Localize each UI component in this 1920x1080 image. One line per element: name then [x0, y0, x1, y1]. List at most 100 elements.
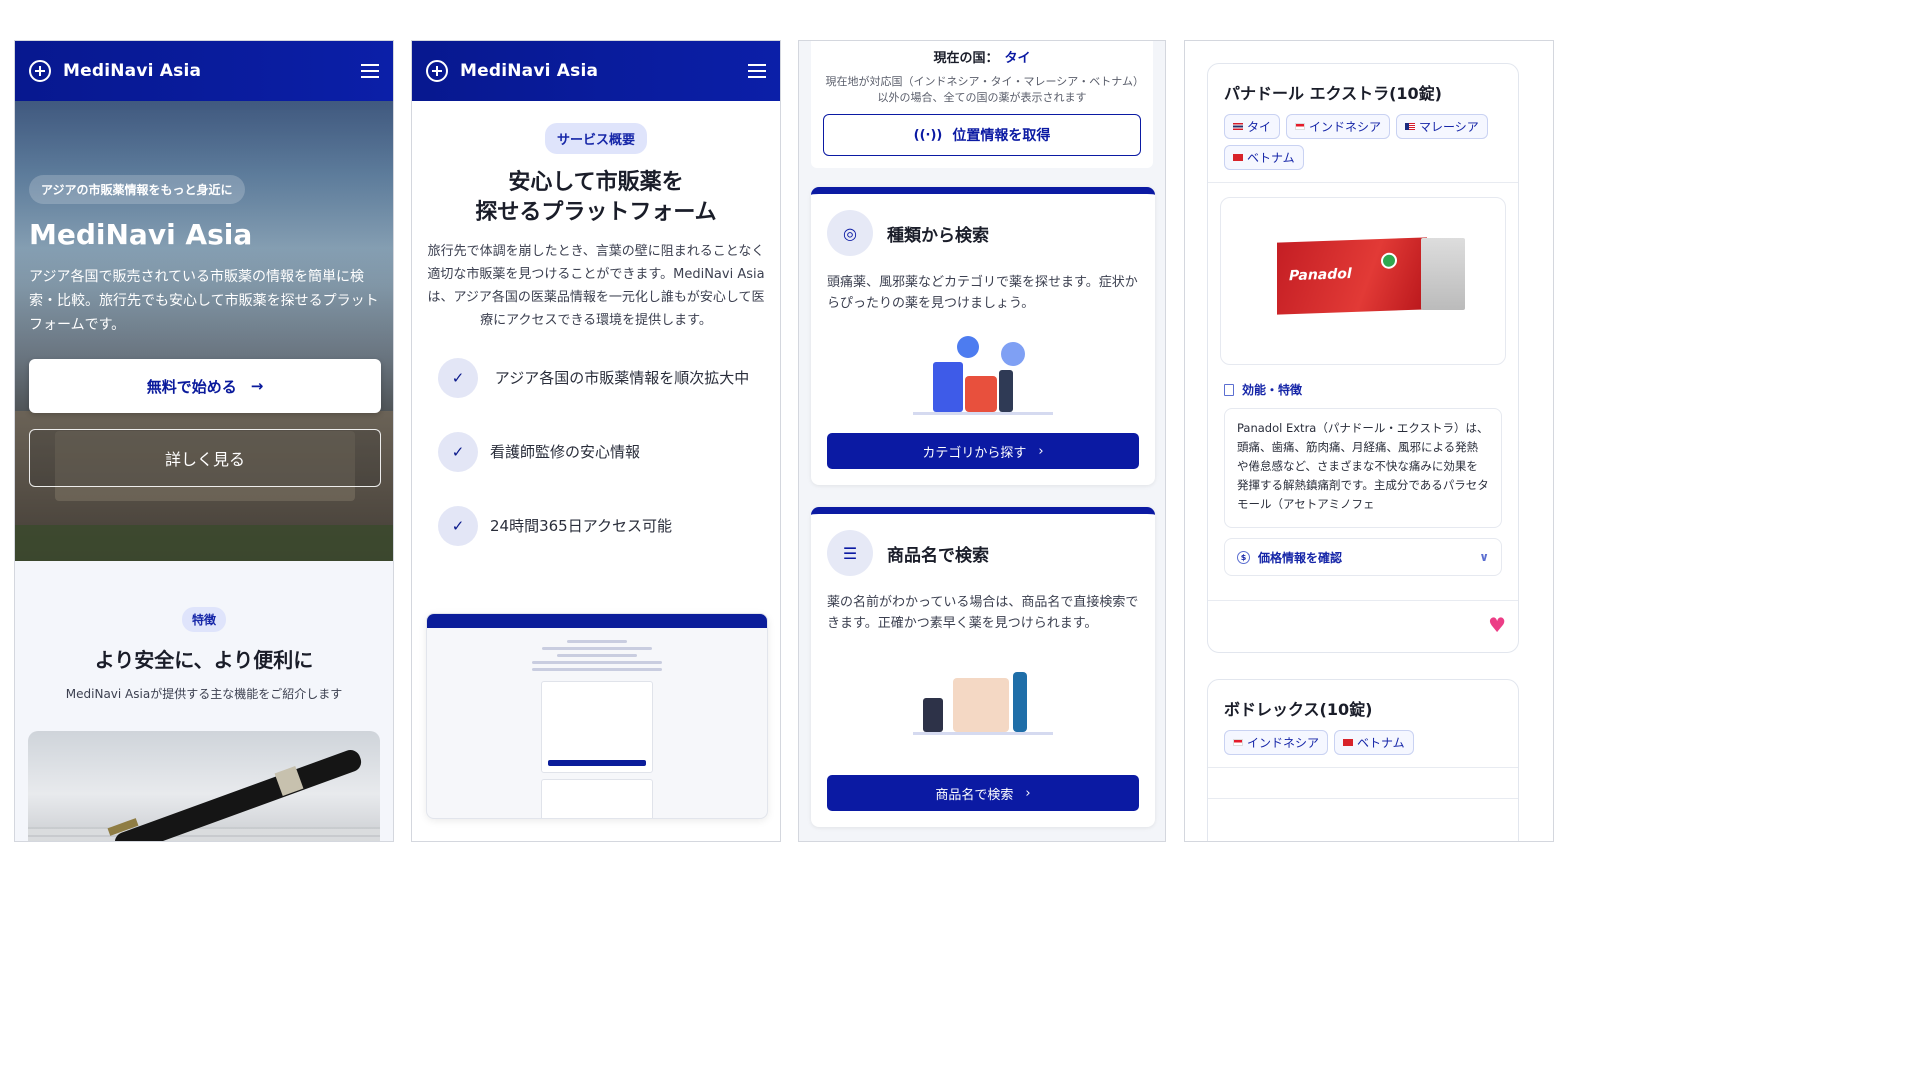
app-title: MediNavi Asia — [63, 61, 202, 81]
preview-line — [542, 647, 652, 650]
app-header: MediNavi Asia — [412, 41, 780, 101]
category-search-description: 頭痛薬、風邪薬などカテゴリで薬を探せます。症状からぴったりの薬を見つけましょう。 — [827, 275, 1138, 311]
check-item-text: 24時間365日アクセス可能 — [490, 516, 672, 535]
overview-pill: サービス概要 — [544, 123, 647, 154]
name-search-title: 商品名で検索 — [887, 545, 989, 566]
country-tag-malaysia: マレーシア — [1396, 114, 1488, 139]
browse-category-button[interactable]: カテゴリから探す › — [827, 433, 1139, 469]
hero-description: アジア各国で販売されている市販薬の情報を簡単に検索・比較。旅行先でも安心して市販… — [29, 269, 379, 333]
chevron-right-icon: › — [1025, 785, 1031, 801]
start-free-button[interactable]: 無料で始める → — [29, 359, 381, 413]
product-card[interactable]: ボドレックス(10錠) インドネシア ベトナム — [1207, 679, 1519, 841]
preview-line — [532, 668, 662, 671]
country-tag-label: ベトナム — [1247, 151, 1295, 165]
country-tag-vietnam: ベトナム — [1334, 730, 1414, 755]
check-icon: ✓ — [438, 506, 478, 546]
hero-content: アジアの市販薬情報をもっと身近に MediNavi Asia アジア各国で販売さ… — [29, 175, 381, 487]
screen-home: MediNavi Asia アジアの市販薬情報をもっと身近に MediNavi … — [14, 40, 394, 842]
blister-pack — [1421, 238, 1465, 310]
country-tag-indonesia: インドネシア — [1224, 730, 1329, 755]
category-search-card: ◎ 種類から検索 頭痛薬、風邪薬などカテゴリで薬を探せます。症状からぴったりの薬… — [811, 187, 1155, 485]
preview-content — [427, 628, 767, 818]
product-title: パナドール エクストラ(10錠) — [1224, 84, 1442, 103]
thailand-flag-icon — [1233, 123, 1243, 130]
card-header: ◎ 種類から検索 — [827, 210, 1139, 256]
preview-header-bar — [427, 614, 767, 628]
fountain-pen-image — [28, 731, 380, 841]
price-info-label: 価格情報を確認 — [1258, 550, 1343, 565]
screen-overview: MediNavi Asia サービス概要 安心して市販薬を 探せるプラットフォー… — [411, 40, 781, 842]
document-paper — [28, 827, 380, 841]
effect-heading: 効能・特徴 — [1224, 381, 1502, 398]
package-logo-dot — [1381, 252, 1397, 269]
features-subtitle: MediNavi Asiaが提供する主な機能をご紹介します — [65, 687, 343, 701]
hamburger-menu-icon[interactable] — [748, 64, 766, 78]
card-header: ☰ 商品名で検索 — [827, 530, 1139, 576]
country-tags: インドネシア ベトナム — [1224, 730, 1502, 755]
malaysia-flag-icon — [1405, 123, 1416, 130]
overview-description: 旅行先で体調を崩したとき、言葉の壁に阻まれることなく適切な市販薬を見つけることが… — [427, 244, 765, 328]
browse-category-label: カテゴリから探す — [922, 445, 1027, 461]
vietnam-flag-icon — [1343, 739, 1354, 746]
country-tag-label: インドネシア — [1309, 120, 1382, 134]
check-icon: ✓ — [438, 432, 478, 472]
package-brand-text: Panadol — [1289, 266, 1352, 285]
learn-more-button[interactable]: 詳しく見る — [29, 429, 381, 487]
overview-title: 安心して市販薬を 探せるプラットフォーム — [412, 168, 780, 228]
product-footer: ♥ — [1208, 600, 1518, 652]
preview-line — [532, 661, 662, 664]
screen-products: パナドール エクストラ(10錠) タイ インドネシア マレーシア ベトナム Pa… — [1184, 40, 1554, 842]
chevron-right-icon: › — [1038, 443, 1044, 459]
overview-title-line1: 安心して市販薬を — [508, 170, 684, 195]
product-header: パナドール エクストラ(10錠) タイ インドネシア マレーシア ベトナム — [1208, 64, 1518, 183]
hero-title: MediNavi Asia — [29, 218, 253, 251]
check-item-text: アジア各国の市販薬情報を順次拡大中 — [494, 368, 750, 387]
globe-cross-logo-icon — [29, 60, 51, 82]
feature-check-list: ✓ アジア各国の市販薬情報を順次拡大中 ✓ 看護師監修の安心情報 ✓ 24時間3… — [412, 358, 780, 546]
search-by-name-button[interactable]: 商品名で検索 › — [827, 775, 1139, 811]
app-header: MediNavi Asia — [15, 41, 393, 101]
hero-background-garden — [15, 525, 393, 561]
country-tag-label: ベトナム — [1357, 736, 1405, 750]
country-tag-label: マレーシア — [1419, 120, 1479, 134]
location-card: 現在の国： タイ 現在地が対応国（インドネシア・タイ・マレーシア・ベトナム）以外の… — [811, 41, 1153, 168]
heart-icon[interactable]: ♥ — [1488, 613, 1506, 637]
pharmacist-illustration — [913, 652, 1053, 742]
preview-card — [541, 681, 653, 773]
product-image: Panadol — [1220, 197, 1506, 365]
features-title: より安全に、より便利に — [94, 648, 314, 672]
product-header: ボドレックス(10錠) インドネシア ベトナム — [1208, 680, 1518, 768]
name-search-card: ☰ 商品名で検索 薬の名前がわかっている場合は、商品名で直接検索できます。正確か… — [811, 507, 1155, 827]
product-card[interactable]: パナドール エクストラ(10錠) タイ インドネシア マレーシア ベトナム Pa… — [1207, 63, 1519, 653]
check-item: ✓ 看護師監修の安心情報 — [438, 432, 754, 472]
arrow-right-icon: → — [250, 377, 264, 395]
category-search-title: 種類から検索 — [887, 225, 989, 246]
search-icon: ◎ — [827, 210, 873, 256]
country-tag-indonesia: インドネシア — [1286, 114, 1391, 139]
dollar-icon: $ — [1237, 550, 1250, 564]
panadol-package: Panadol — [1277, 237, 1427, 315]
vietnam-flag-icon — [1233, 154, 1243, 161]
name-search-description: 薬の名前がわかっている場合は、商品名で直接検索できます。正確かつ素早く薬を見つけ… — [827, 595, 1139, 631]
country-tag-vietnam: ベトナム — [1224, 145, 1304, 170]
price-info-toggle[interactable]: $ 価格情報を確認 ∨ — [1224, 538, 1502, 576]
features-pill: 特徴 — [181, 607, 226, 632]
hero-badge: アジアの市販薬情報をもっと身近に — [29, 175, 245, 204]
product-divider — [1208, 798, 1518, 799]
get-location-button[interactable]: ((·)) 位置情報を取得 — [823, 114, 1141, 156]
preview-line — [557, 654, 637, 657]
location-note: 現在地が対応国（インドネシア・タイ・マレーシア・ベトナム）以外の場合、全ての国の… — [825, 75, 1139, 104]
current-country-label: 現在の国： — [933, 51, 999, 66]
preview-card — [541, 779, 653, 818]
hamburger-menu-icon[interactable] — [361, 64, 379, 78]
country-tag-label: タイ — [1247, 120, 1272, 134]
wifi-icon: ((·)) — [913, 127, 943, 143]
preview-line — [567, 640, 627, 643]
start-free-label: 無料で始める — [146, 377, 237, 396]
effect-heading-label: 効能・特徴 — [1242, 383, 1303, 397]
pharmacy-illustration — [913, 332, 1053, 422]
chevron-down-icon: ∨ — [1479, 550, 1489, 564]
list-icon: ☰ — [827, 530, 873, 576]
document-icon — [1224, 383, 1234, 396]
check-item: ✓ 24時間365日アクセス可能 — [438, 506, 754, 546]
